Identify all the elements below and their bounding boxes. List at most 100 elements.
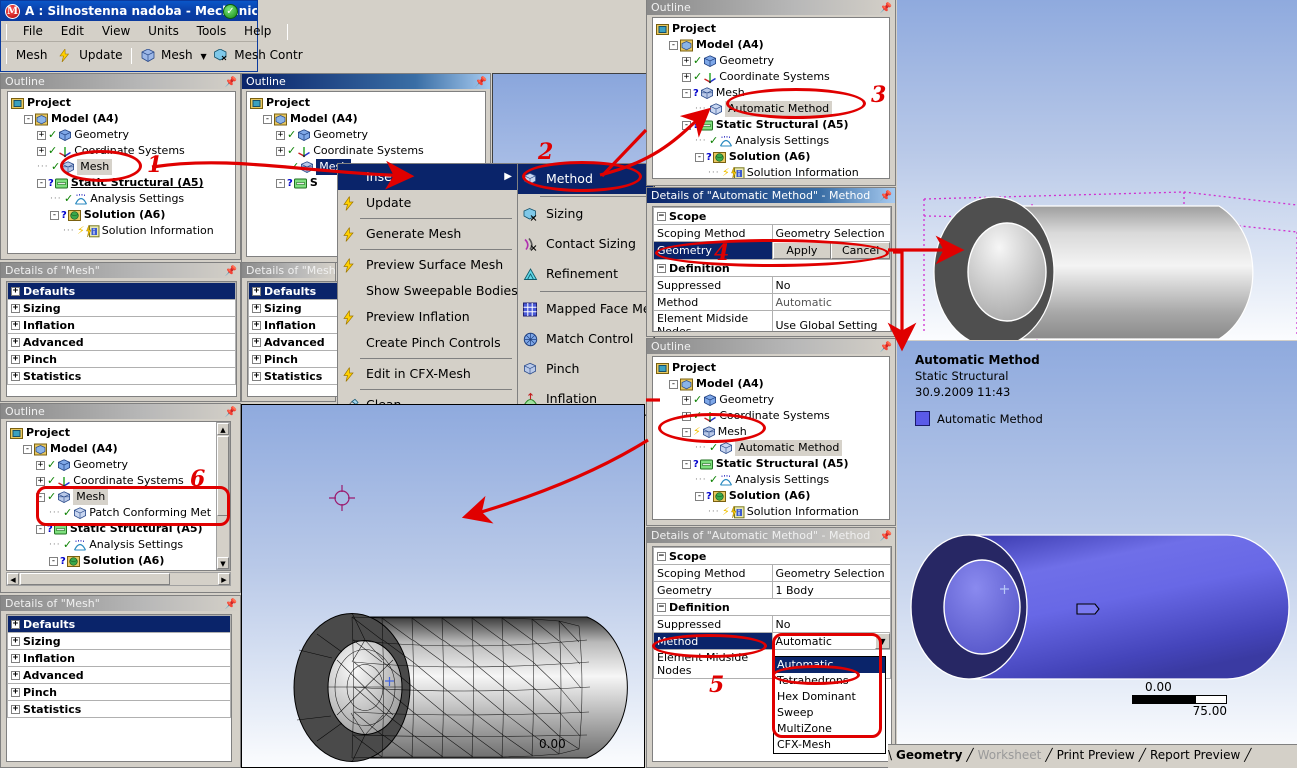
viewport-geometry-gray[interactable] [897,0,1297,340]
details-group-row[interactable]: + Defaults [7,615,231,633]
collapse-icon[interactable]: − [657,552,666,561]
menu-file[interactable]: File [16,21,50,42]
tree-node-project[interactable]: Project [250,95,485,111]
details-property-value[interactable]: No [771,615,891,633]
submenu-item-contact-sizing[interactable]: Contact Sizing [518,229,653,259]
collapse-icon[interactable]: − [657,212,666,221]
tree-node-solution-a6[interactable]: -? Solution (A6) [10,553,230,569]
details-property-value[interactable]: Geometry Selection [771,564,891,582]
menu-item-generate-mesh[interactable]: Generate Mesh [338,221,518,247]
details-group-row[interactable]: + Advanced [7,333,236,351]
details-mesh-grid-2[interactable]: + Defaults + Sizing + Inflation + Advanced + Pinc… [247,281,342,397]
expand-icon[interactable]: + [11,671,20,680]
details-group-row[interactable]: + Pinch [248,350,341,368]
pin-icon[interactable]: 📌 [225,264,237,278]
menu-item-preview-inflation[interactable]: Preview Inflation [338,304,518,330]
expand-icon[interactable]: + [682,395,691,405]
pin-icon[interactable]: 📌 [475,75,487,89]
toolbar-mesh-control-button[interactable]: Mesh Contr [234,48,302,62]
insert-submenu[interactable]: Method Sizing Contact Sizing Refinement Mapp… [517,163,684,415]
submenu-item-sizing[interactable]: Sizing [518,199,653,229]
tree-node-geometry[interactable]: + ✓ Geometry [656,392,889,408]
details-group-row[interactable]: − Scope [653,547,891,565]
expand-icon[interactable]: + [252,304,261,313]
details-group-row[interactable]: − Definition [653,598,891,616]
submenu-item-pinch[interactable]: Pinch [518,354,653,384]
menu-view[interactable]: View [95,21,137,42]
tree-node-solution-information[interactable]: ··· ⚡ Solution Information [11,223,235,239]
menu-tools[interactable]: Tools [190,21,234,42]
tree-node-solution-a6[interactable]: -? Solution (A6) [656,149,889,165]
expand-icon[interactable]: + [276,130,285,140]
tab-worksheet[interactable]: Worksheet [974,745,1046,765]
scroll-down-icon[interactable]: ▼ [217,557,229,569]
details-group-row[interactable]: + Advanced [248,333,341,351]
expand-icon[interactable]: + [11,705,20,714]
details-method-top-grid[interactable]: − Scope Scoping Method Geometry Selection Ge… [652,206,892,332]
expand-icon[interactable]: + [11,372,20,381]
expand-icon[interactable]: + [252,338,261,347]
collapse-icon[interactable]: - [669,40,678,50]
details-group-row[interactable]: + Statistics [7,367,236,385]
expand-icon[interactable]: + [11,338,20,347]
menu-item-create-pinch-controls[interactable]: Create Pinch Controls [338,330,518,356]
details-table[interactable]: + Defaults + Sizing + Inflation + Advanced + Pinc… [7,282,236,385]
details-property-row[interactable]: Method Automatic [653,293,891,311]
collapse-icon[interactable]: - [669,379,678,389]
expand-icon[interactable]: + [37,130,46,140]
collapse-icon[interactable]: - [263,114,272,124]
details-group-row[interactable]: + Sizing [7,632,231,650]
collapse-icon[interactable]: − [657,603,666,612]
pin-icon[interactable]: 📌 [880,1,892,15]
pin-icon[interactable]: 📌 [880,340,892,354]
expand-icon[interactable]: + [11,620,20,629]
tree-node-coordinate-systems[interactable]: + ✓ Coordinate Systems [250,143,485,159]
details-group-row[interactable]: + Sizing [7,299,236,317]
collapse-icon[interactable]: - [37,178,46,188]
tree-node-automatic-method[interactable]: ··· ✓ Automatic Method [656,440,889,456]
tree-node-analysis-settings[interactable]: ··· ✓ Analysis Settings [656,472,889,488]
tree-node-geometry[interactable]: + ✓ Geometry [11,127,235,143]
pin-icon[interactable]: 📌 [225,75,237,89]
menu-edit[interactable]: Edit [54,21,91,42]
expand-icon[interactable]: + [252,287,261,296]
submenu-item-refinement[interactable]: Refinement [518,259,653,289]
details-group-row[interactable]: + Advanced [7,666,231,684]
collapse-icon[interactable]: - [682,120,691,130]
details-group-row[interactable]: + Statistics [7,700,231,718]
details-group-row[interactable]: + Pinch [7,683,231,701]
details-group-row[interactable]: − Scope [653,207,891,225]
details-group-row[interactable]: + Statistics [248,367,341,385]
menu-item-insert[interactable]: Insert ▶ [338,164,518,190]
details-property-row[interactable]: Geometry 1 Body [653,581,891,599]
collapse-icon[interactable]: - [682,459,691,469]
details-property-value[interactable]: Use Global Setting [771,310,891,331]
pin-icon[interactable]: 📌 [225,405,237,419]
green-check-icon[interactable]: ✓ [223,4,238,19]
tree-node-solution-a6[interactable]: -? Solution (A6) [11,207,235,223]
expand-icon[interactable]: + [11,321,20,330]
expand-icon[interactable]: + [11,637,20,646]
details-table[interactable]: − Scope Scoping Method Geometry Selection Ge… [653,207,891,331]
hscroll-thumb[interactable] [20,573,170,585]
expand-icon[interactable]: + [11,355,20,364]
tree-node-analysis-settings[interactable]: ··· ✓ Analysis Settings [11,191,235,207]
expand-icon[interactable]: + [36,476,45,486]
collapse-icon[interactable]: - [49,556,58,566]
tree-node-analysis-settings[interactable]: ··· ✓ Analysis Settings [10,537,230,553]
tree-node-analysis-settings[interactable]: ··· ✓ Analysis Settings [656,133,889,149]
collapse-icon[interactable]: - [24,114,33,124]
details-mesh-grid-3[interactable]: + Defaults + Sizing + Inflation + Advanced + Pinc… [6,614,232,762]
tree-node-geometry[interactable]: + ✓ Geometry [250,127,485,143]
details-table[interactable]: + Defaults + Sizing + Inflation + Advanced + Pinc… [248,282,341,385]
scroll-left-icon[interactable]: ◀ [7,573,19,585]
pin-icon[interactable]: 📌 [880,189,892,203]
expand-icon[interactable]: + [37,146,46,156]
menubar[interactable]: File Edit View Units Tools Help ✓ [1,4,289,42]
toolbar-update-button[interactable]: Update [79,48,122,62]
tree-node-solution-a6[interactable]: -? Solution (A6) [656,488,889,504]
details-group-row[interactable]: + Inflation [7,649,231,667]
collapse-icon[interactable]: - [695,491,704,501]
expand-icon[interactable]: + [252,372,261,381]
scroll-right-icon[interactable]: ▶ [218,573,230,585]
